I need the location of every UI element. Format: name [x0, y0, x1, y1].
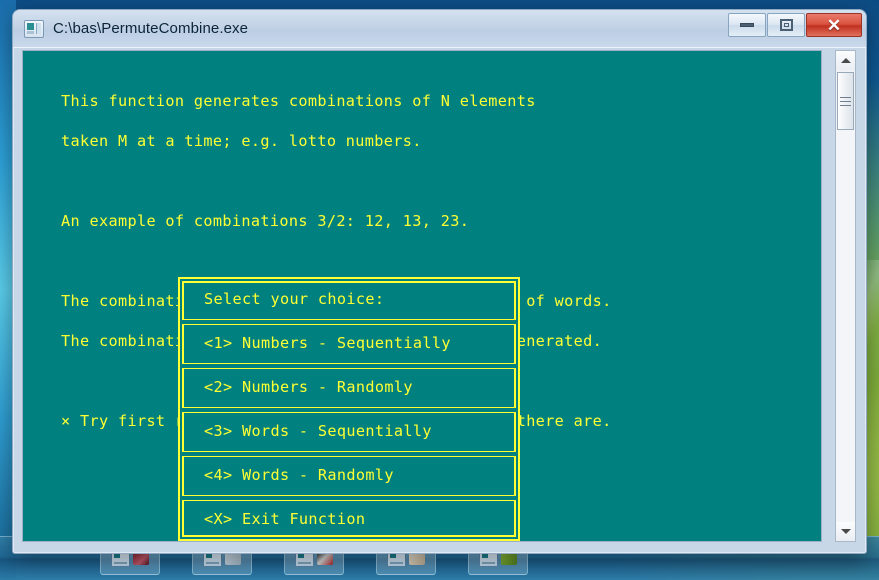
menu-box: Select your choice: <1> Numbers - Sequen…: [178, 277, 520, 541]
chevron-up-icon: [840, 58, 851, 63]
console-window[interactable]: C:\bas\PermuteCombine.exe ✕ This functio…: [12, 9, 867, 554]
chevron-down-icon: [840, 529, 851, 534]
minimize-icon: [740, 23, 754, 27]
vertical-scrollbar[interactable]: [835, 50, 856, 542]
scroll-down-arrow[interactable]: [836, 522, 855, 541]
window-controls[interactable]: ✕: [728, 13, 862, 37]
grip-line: [840, 104, 851, 106]
scroll-up-arrow[interactable]: [836, 51, 855, 70]
menu-option-4[interactable]: <4> Words - Randomly: [180, 451, 518, 495]
console-line: This function generates combinations of …: [61, 92, 536, 110]
menu-option-exit[interactable]: <X> Exit Function: [180, 495, 518, 539]
restore-button[interactable]: [767, 13, 805, 37]
console-line: An example of combinations 3/2: 12, 13, …: [61, 212, 470, 230]
restore-icon: [779, 19, 793, 31]
menu-option-3[interactable]: <3> Words - Sequentially: [180, 407, 518, 451]
title-bar[interactable]: C:\bas\PermuteCombine.exe ✕: [13, 10, 866, 48]
console-line: taken M at a time; e.g. lotto numbers.: [61, 132, 422, 150]
close-button[interactable]: ✕: [806, 13, 862, 37]
window-client-area: This function generates combinations of …: [13, 47, 866, 553]
console-app-icon: [24, 19, 44, 38]
menu-option-1[interactable]: <1> Numbers - Sequentially: [180, 319, 518, 363]
close-icon: ✕: [826, 15, 842, 35]
minimize-button[interactable]: [728, 13, 766, 37]
grip-line: [840, 100, 851, 102]
menu-prompt: Select your choice:: [204, 290, 385, 308]
console-output-area[interactable]: This function generates combinations of …: [22, 50, 822, 542]
window-title: C:\bas\PermuteCombine.exe: [53, 20, 249, 37]
menu-option-2[interactable]: <2> Numbers - Randomly: [180, 363, 518, 407]
grip-line: [840, 96, 851, 98]
scroll-track[interactable]: [836, 130, 855, 522]
scroll-thumb[interactable]: [837, 72, 854, 130]
